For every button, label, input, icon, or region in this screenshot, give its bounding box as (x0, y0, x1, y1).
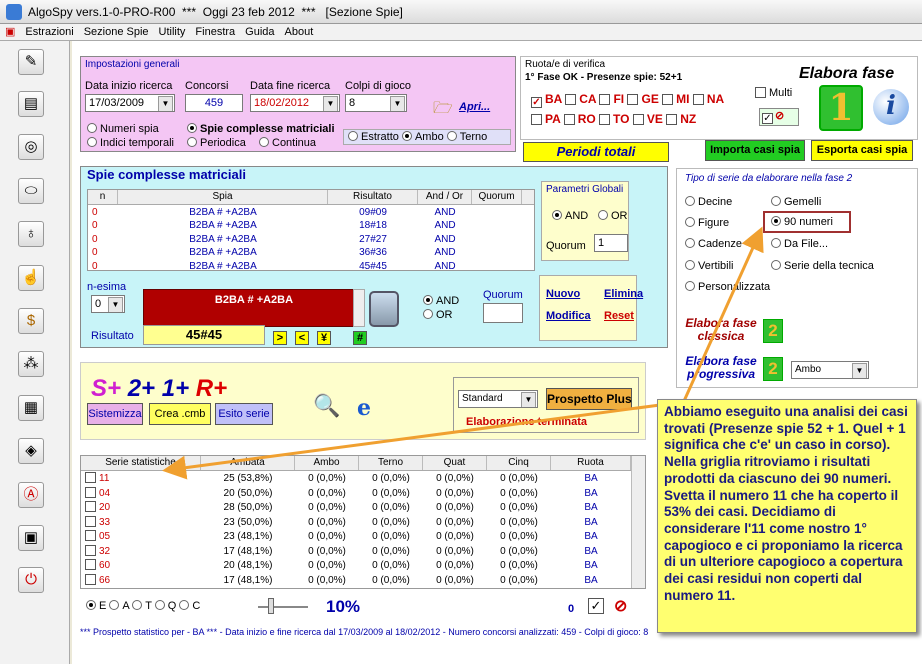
arrow-to-90-numeri (678, 226, 764, 411)
annotation-callout: Abbiamo eseguito una analisi dei casi tr… (657, 399, 917, 633)
arrow-to-11 (162, 403, 661, 480)
